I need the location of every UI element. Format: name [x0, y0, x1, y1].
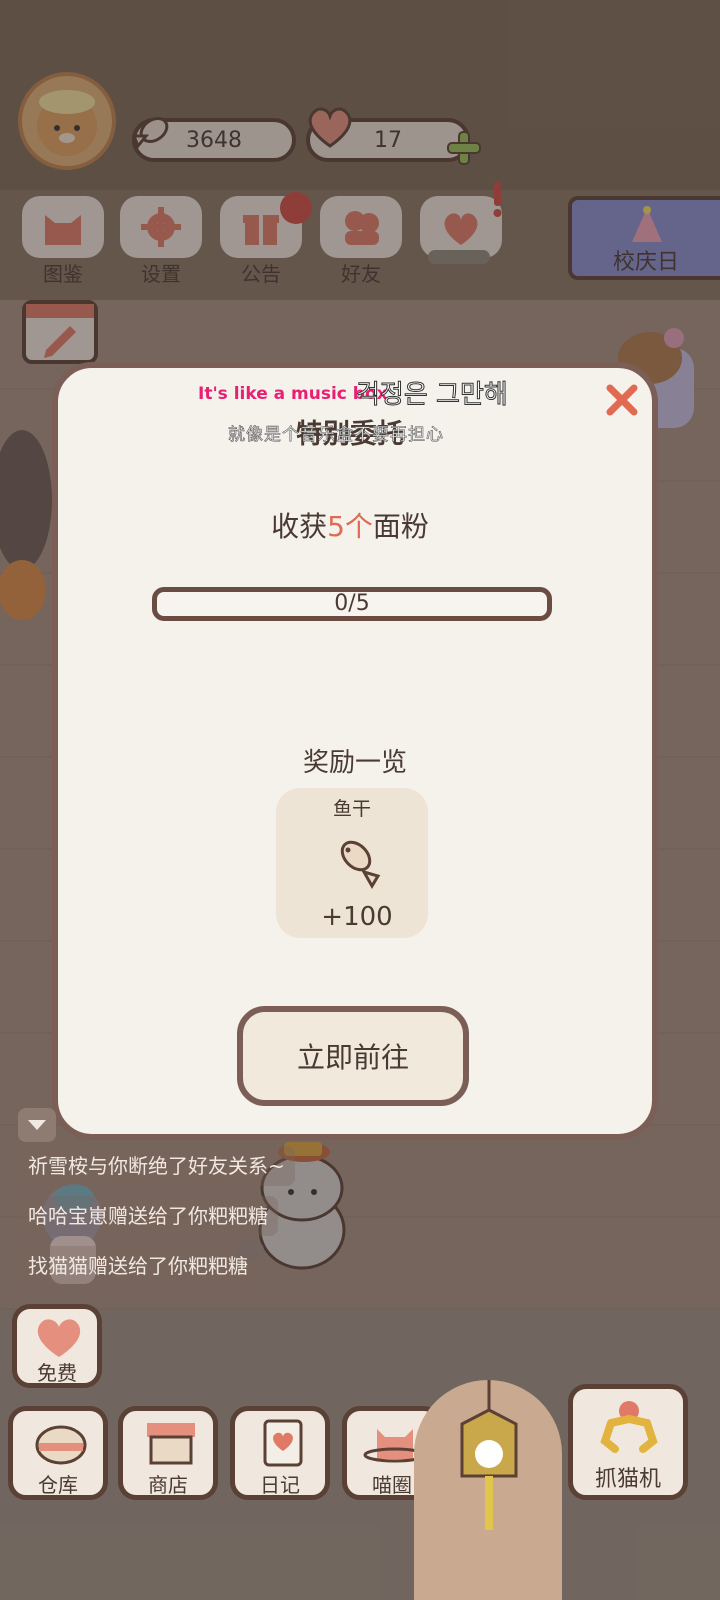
bottom-label-claw-machine: 抓猫机	[594, 1467, 661, 1492]
reward-name: 鱼干	[332, 798, 371, 820]
chevron-down-icon	[28, 1120, 46, 1130]
commission-goal: 收获5个面粉	[180, 505, 520, 545]
basket-icon	[35, 1425, 87, 1465]
goal-prefix: 收获	[271, 510, 328, 543]
bottom-label-warehouse: 仓库	[38, 1473, 78, 1497]
diary-icon	[263, 1419, 303, 1467]
shop-button[interactable]: 商店	[118, 1406, 218, 1500]
close-button[interactable]	[604, 382, 640, 418]
claw-icon	[600, 1401, 658, 1453]
free-label: 免费	[37, 1361, 77, 1385]
free-heart-button[interactable]: 免费	[12, 1304, 102, 1388]
lyric-subtitle-chinese: 就像是个音乐盒不要再担心	[228, 425, 444, 446]
reward-amount: +100	[321, 902, 393, 932]
warehouse-button[interactable]: 仓库	[8, 1406, 108, 1500]
bottom-label-diary: 日记	[260, 1473, 300, 1497]
shop-icon	[147, 1423, 195, 1465]
chat-toggle-button[interactable]	[18, 1108, 56, 1142]
chat-message: 祈雪桉与你断绝了好友关系~	[18, 1146, 295, 1186]
dried-fish-icon	[340, 840, 381, 889]
go-now-label: 立即前往	[296, 1041, 409, 1074]
goal-count: 5个	[327, 510, 373, 543]
chat-message: 找猫猫赠送给了你粑粑糖	[18, 1246, 258, 1286]
bottom-label-shop: 商店	[148, 1473, 188, 1497]
charm-icon[interactable]	[454, 1380, 524, 1550]
reward-title: 奖励一览	[302, 748, 407, 778]
go-now-button[interactable]: 立即前往	[237, 1006, 469, 1106]
goal-item: 面粉	[372, 510, 429, 543]
chat-message: 哈哈宝崽赠送给了你粑粑糖	[18, 1196, 278, 1236]
progress-text: 0/5	[334, 591, 370, 616]
close-icon	[606, 384, 638, 416]
heart-icon	[37, 1319, 81, 1357]
claw-machine-button[interactable]: 抓猫机	[568, 1384, 688, 1500]
lyric-subtitle-korean: 걱정은 그만해	[356, 380, 509, 411]
diary-button[interactable]: 日记	[230, 1406, 330, 1500]
